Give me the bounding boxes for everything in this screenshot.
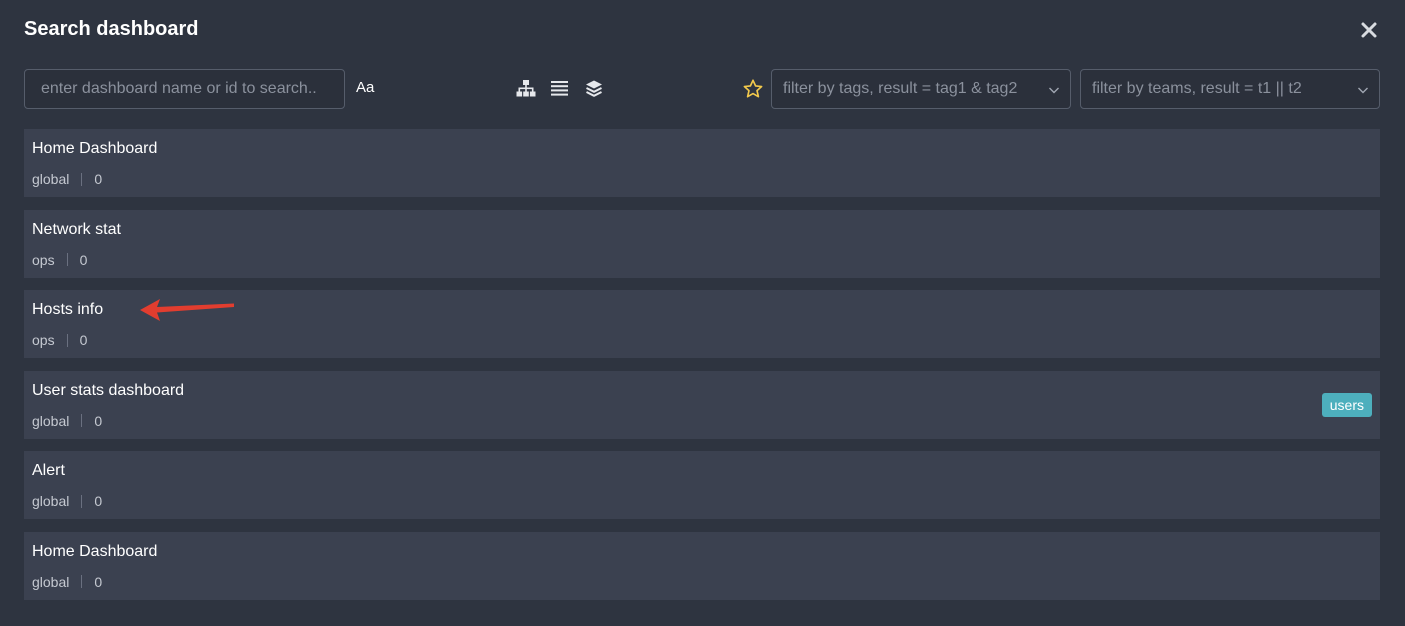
dashboard-list-item[interactable]: Network stat ops 0 [24,209,1380,278]
dashboard-count: 0 [79,251,88,268]
chevron-down-icon [1049,87,1059,94]
close-icon[interactable] [1359,20,1379,40]
dashboard-title: Hosts info [32,301,104,318]
annotation-arrow [140,299,234,321]
dashboard-count: 0 [94,573,103,590]
layers-icon[interactable] [584,79,604,99]
dashboard-meta: ops 0 [32,252,87,268]
dashboard-title: Home Dashboard [32,542,158,560]
search-toolbar: Aa [24,69,1380,109]
meta-divider [66,333,68,347]
dashboard-meta: global 0 [32,413,102,429]
teams-filter-placeholder: filter by teams, result = t1 || t2 [1092,80,1302,97]
dashboard-count: 0 [94,171,103,187]
dashboard-list-item[interactable]: Home Dashboard global 0 [24,129,1380,197]
dashboard-folder: global [32,171,70,187]
dashboard-count: 0 [94,493,103,509]
star-icon[interactable] [742,78,764,100]
sitemap-icon[interactable] [516,79,536,99]
meta-divider [81,414,83,427]
dashboard-list: Home Dashboard global 0 Network stat ops… [24,129,1380,612]
meta-divider [81,575,83,588]
dashboard-meta: ops 0 [32,332,87,348]
dashboard-list-item[interactable]: Home Dashboard global 0 [24,531,1380,600]
tags-filter-select[interactable]: filter by tags, result = tag1 & tag2 [771,69,1071,109]
dashboard-folder: ops [32,332,55,348]
dashboard-meta: global 0 [32,171,102,187]
dashboard-folder: ops [32,251,55,268]
dashboard-count: 0 [94,412,103,429]
teams-filter-select[interactable]: filter by teams, result = t1 || t2 [1080,69,1380,109]
dashboard-meta: global 0 [32,493,102,509]
meta-divider [81,172,83,186]
dashboard-list-item[interactable]: Alert global 0 [24,451,1380,519]
search-dashboard-modal: Search dashboard Aa [0,0,1405,626]
list-icon[interactable] [550,79,570,99]
case-sensitive-toggle[interactable]: Aa [356,79,374,96]
chevron-down-icon [1358,87,1368,94]
dashboard-title: Alert [32,462,65,479]
meta-divider [66,253,68,266]
dashboard-folder: global [32,573,70,590]
dashboard-list-item[interactable]: User stats dashboard global 0 users [24,370,1380,439]
tag-badge-users[interactable]: users [1321,392,1372,417]
dashboard-title: User stats dashboard [32,381,185,399]
tags-filter-placeholder: filter by tags, result = tag1 & tag2 [783,80,1018,97]
dashboard-folder: global [32,412,70,429]
dashboard-meta: global 0 [32,574,102,590]
meta-divider [81,494,83,508]
dashboard-search-input[interactable] [24,69,345,109]
dashboard-title: Network stat [32,220,121,238]
dashboard-folder: global [32,493,70,509]
dashboard-count: 0 [79,332,88,348]
modal-title: Search dashboard [24,18,199,40]
dashboard-title: Home Dashboard [32,140,158,157]
